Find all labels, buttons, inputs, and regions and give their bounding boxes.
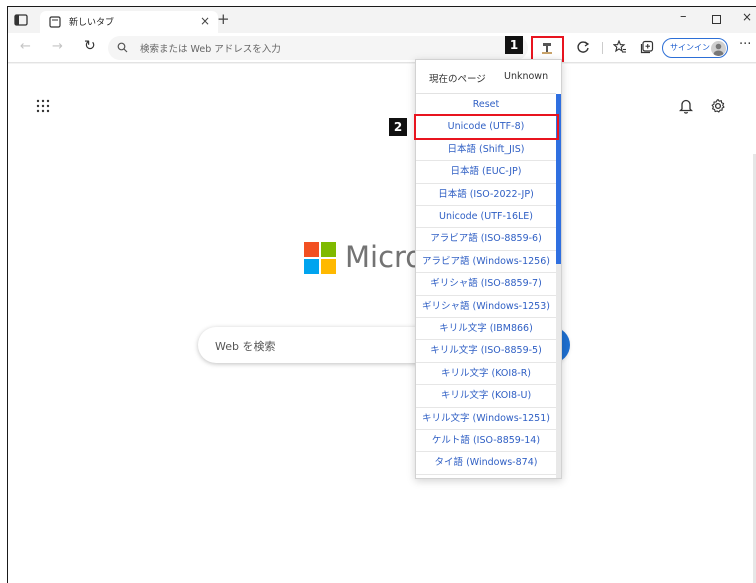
- tab-close-icon[interactable]: ×: [200, 14, 210, 28]
- tab-actions-icon[interactable]: [14, 13, 28, 27]
- encoding-menu-item[interactable]: アラビア語 (ISO-8859-6): [416, 228, 556, 251]
- encoding-menu-item[interactable]: ギリシャ語 (ISO-8859-7): [416, 273, 556, 296]
- browser-toolbar: ← → ↻ 検索または Web アドレスを入力 サインイン ···: [8, 33, 756, 63]
- address-bar[interactable]: 検索または Web アドレスを入力: [108, 36, 528, 60]
- back-icon[interactable]: ←: [20, 39, 31, 54]
- browser-window: 新しいタブ × + – × ← → ↻ 検索または Web アドレスを入力 サイ…: [7, 6, 756, 583]
- encoding-menu-item[interactable]: キリル文字 (KOI8-U): [416, 385, 556, 408]
- current-page-encoding: 現在のページ Unknown: [416, 60, 556, 94]
- encoding-menu-item[interactable]: 日本語 (EUC-JP): [416, 161, 556, 184]
- encoding-menu-item[interactable]: タイ語 (Windows-874): [416, 452, 556, 475]
- tab-new-tab[interactable]: 新しいタブ ×: [40, 11, 218, 33]
- current-page-label: 現在のページ: [429, 74, 486, 85]
- new-tab-page-icon: [49, 16, 61, 28]
- address-placeholder: 検索または Web アドレスを入力: [140, 44, 281, 55]
- maximize-icon[interactable]: [712, 15, 721, 24]
- encoding-menu-item[interactable]: キリル文字 (Windows-1251): [416, 408, 556, 430]
- notifications-bell-icon[interactable]: [679, 98, 693, 114]
- new-tab-icon[interactable]: +: [217, 10, 230, 28]
- tab-title: 新しいタブ: [69, 18, 115, 28]
- encoding-menu-item[interactable]: アラビア語 (Windows-1256): [416, 251, 556, 274]
- utf8-highlight-box: [414, 114, 559, 140]
- encoding-menu-item[interactable]: ケルト語 (ISO-8859-14): [416, 430, 556, 453]
- avatar-icon: [711, 41, 726, 56]
- encoding-menu-item[interactable]: 日本語 (ISO-2022-JP): [416, 184, 556, 206]
- encoding-menu-item[interactable]: キリル文字 (ISO-8859-5): [416, 340, 556, 363]
- encoding-menu-item[interactable]: ギリシャ語 (Windows-1253): [416, 296, 556, 318]
- logo-wordmark: Micro: [345, 240, 424, 274]
- web-search-placeholder: Web を検索: [215, 340, 276, 353]
- sign-in-button[interactable]: サインイン: [662, 38, 728, 58]
- favorites-icon[interactable]: [613, 40, 627, 54]
- app-launcher-icon[interactable]: [36, 99, 50, 113]
- callout-badge-2: 2: [389, 118, 407, 136]
- search-icon: [117, 42, 128, 53]
- logo-square-blue: [304, 259, 319, 274]
- logo-square-red: [304, 242, 319, 257]
- refresh-icon[interactable]: ↻: [84, 38, 96, 54]
- encoding-menu-item[interactable]: Unicode (UTF-16LE): [416, 206, 556, 229]
- settings-gear-icon[interactable]: [710, 98, 726, 114]
- refresh-extension-icon[interactable]: [576, 40, 590, 54]
- new-tab-page: Micro Web を検索: [8, 64, 756, 583]
- encoding-menu-item[interactable]: 日本語 (Shift_JIS): [416, 139, 556, 162]
- menu-scrollbar[interactable]: [556, 94, 561, 478]
- minimize-icon[interactable]: –: [680, 9, 687, 24]
- forward-icon[interactable]: →: [52, 39, 63, 54]
- encoding-menu-item[interactable]: キリル文字 (KOI8-R): [416, 363, 556, 386]
- sign-in-label: サインイン: [670, 43, 710, 52]
- more-options-icon[interactable]: ···: [739, 37, 751, 52]
- tab-strip: 新しいタブ × + – ×: [8, 7, 756, 33]
- charset-extension-icon: [542, 43, 552, 54]
- collections-icon[interactable]: [640, 40, 654, 54]
- current-page-value: Unknown: [504, 71, 549, 82]
- logo-square-yellow: [321, 259, 336, 274]
- logo-square-green: [321, 242, 336, 257]
- toolbar-separator: [602, 42, 603, 54]
- callout-badge-1: 1: [505, 36, 523, 54]
- encoding-menu-item[interactable]: キリル文字 (IBM866): [416, 318, 556, 341]
- window-close-icon[interactable]: ×: [742, 10, 752, 24]
- microsoft-logo: [304, 242, 336, 274]
